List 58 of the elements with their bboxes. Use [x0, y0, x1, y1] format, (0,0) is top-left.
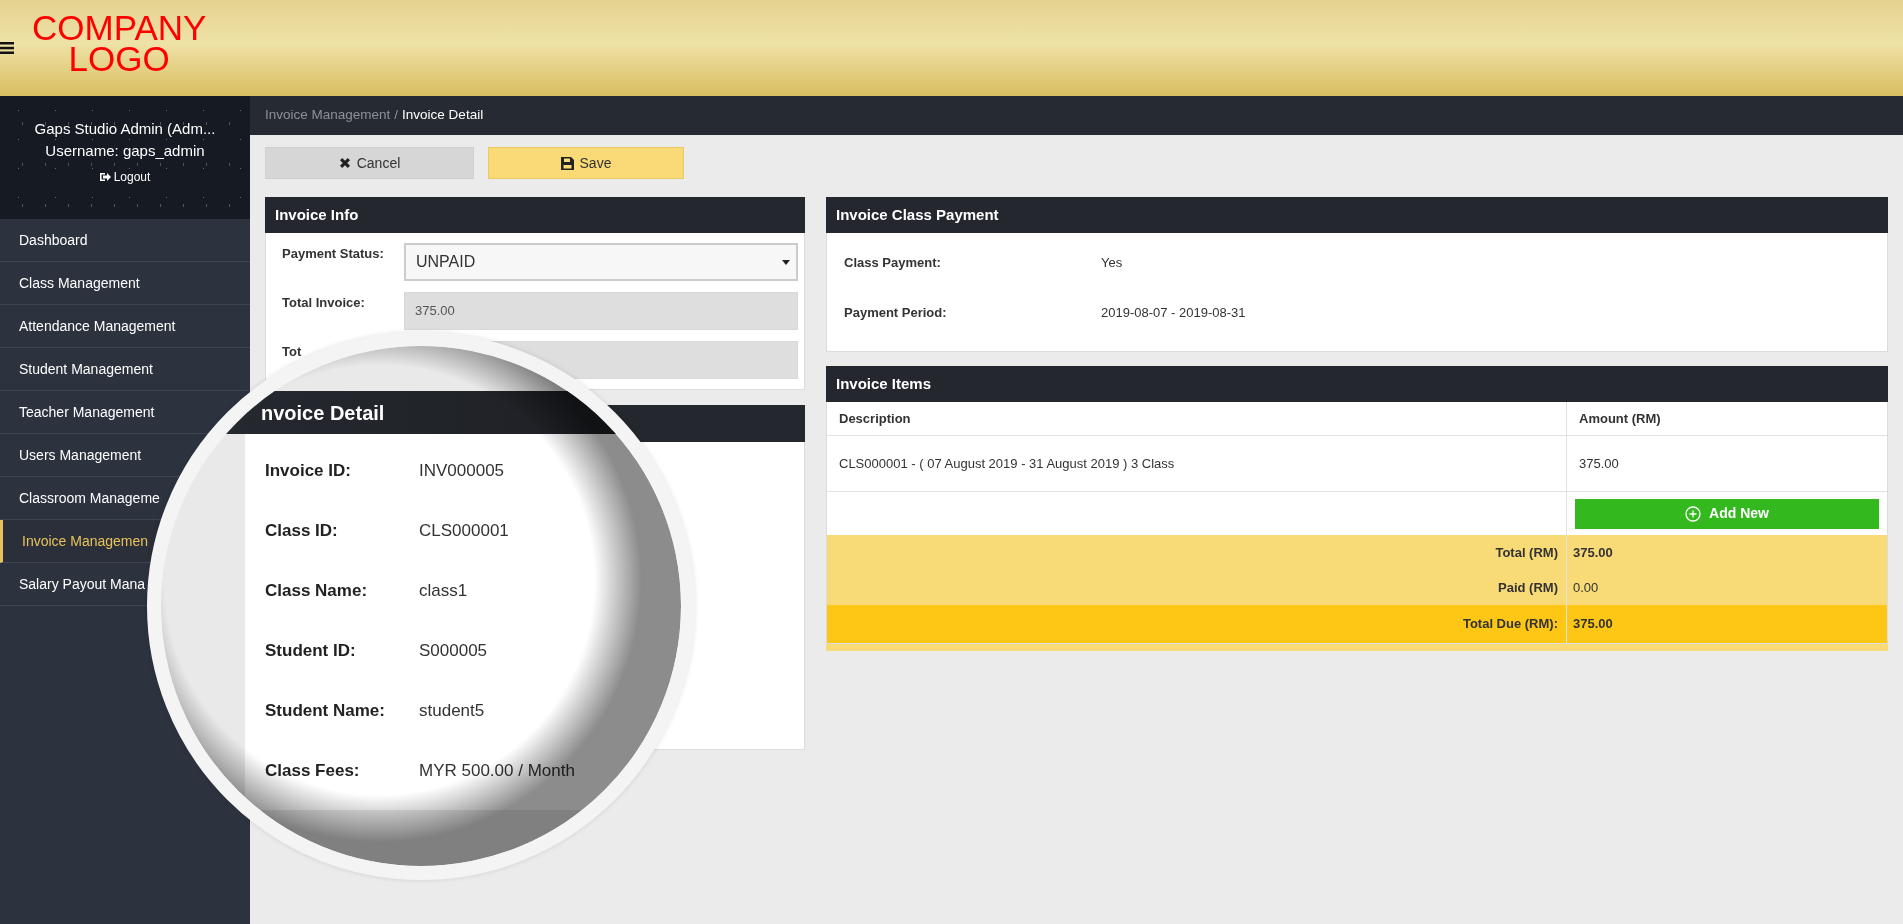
sidebar-item[interactable]: Attendance Management [19, 317, 176, 335]
sidebar-item[interactable]: Classroom Manageme [19, 489, 160, 507]
field-label: Total Invoice: [282, 295, 366, 310]
field-label: Student Name: [265, 700, 386, 723]
field-label: Class Name: [265, 580, 369, 603]
sidebar-item[interactable]: Users Management [19, 446, 142, 464]
plus-circle-icon [1685, 505, 1702, 522]
breadcrumb-current: Invoice Detail [402, 106, 484, 125]
company-logo: COMPANY LOGO [32, 12, 207, 74]
column-header: Amount (RM) [1567, 402, 1887, 436]
table-cell: 375.00 [1567, 436, 1887, 492]
payment-status-select[interactable]: UNPAID [404, 243, 798, 281]
table-cell: CLS000001 - ( 07 August 2019 - 31 August 2019 ) 3 Class [827, 436, 1567, 492]
field-value: INV000005 [419, 460, 505, 483]
summary-value: 375.00 [1567, 535, 1887, 570]
readonly-field[interactable]: 375.00 [404, 292, 798, 330]
field-value: class1 [419, 580, 468, 603]
close-icon [338, 157, 351, 169]
field-label: Payment Status: [282, 246, 385, 261]
field-value: 2019-08-07 - 2019-08-31 [1101, 304, 1246, 323]
field-value: MYR 500.00 / Month [419, 760, 575, 783]
summary-label: Total Due (RM): [827, 605, 1567, 643]
field-label: Tot [282, 344, 303, 359]
breadcrumb-separator: / [394, 106, 399, 125]
field-value: student5 [419, 700, 485, 723]
sidebar-item[interactable]: Dashboard [19, 231, 88, 249]
field-label: Student ID: [265, 640, 357, 663]
summary-label: Paid (RM) [827, 570, 1567, 605]
column-header: Description [827, 402, 1567, 436]
field-value: S000005 [419, 640, 488, 663]
user-name: Gaps Studio Admin (Adm... [34, 119, 216, 139]
panel-title: Invoice Items [826, 366, 1888, 402]
cancel-button[interactable]: Cancel [265, 147, 474, 179]
menu-icon[interactable] [0, 42, 14, 54]
summary-value: 375.00 [1567, 605, 1887, 643]
panel-title: Invoice Info [265, 197, 805, 233]
save-icon [560, 156, 574, 170]
username-text: Username: gaps_admin [45, 141, 205, 161]
field-value: Yes [1101, 254, 1123, 273]
field-label: Class ID: [265, 520, 339, 543]
breadcrumb-link[interactable]: Invoice Management [265, 105, 391, 126]
panel-title: nvoice Detail [261, 400, 385, 426]
summary-value: 0.00 [1567, 570, 1887, 605]
dropdown-caret-icon [782, 259, 790, 265]
sidebar-item[interactable]: Teacher Management [19, 403, 155, 421]
panel-title: Invoice Class Payment [826, 197, 1888, 233]
logout-icon [99, 172, 111, 182]
field-label: Class Payment: [844, 254, 942, 273]
summary-label: Total (RM) [827, 535, 1567, 570]
sidebar-item[interactable]: Student Management [19, 360, 153, 378]
save-button[interactable]: Save [488, 147, 684, 179]
field-value: CLS000001 [419, 520, 509, 543]
logout-link[interactable]: Logout [99, 168, 151, 186]
field-label: Class Fees: [265, 760, 361, 783]
sidebar-item[interactable]: Salary Payout Mana [19, 575, 146, 593]
field-label: Invoice ID: [265, 460, 352, 483]
field-label: Payment Period: [844, 304, 948, 323]
sidebar-item[interactable]: Class Management [19, 274, 140, 292]
